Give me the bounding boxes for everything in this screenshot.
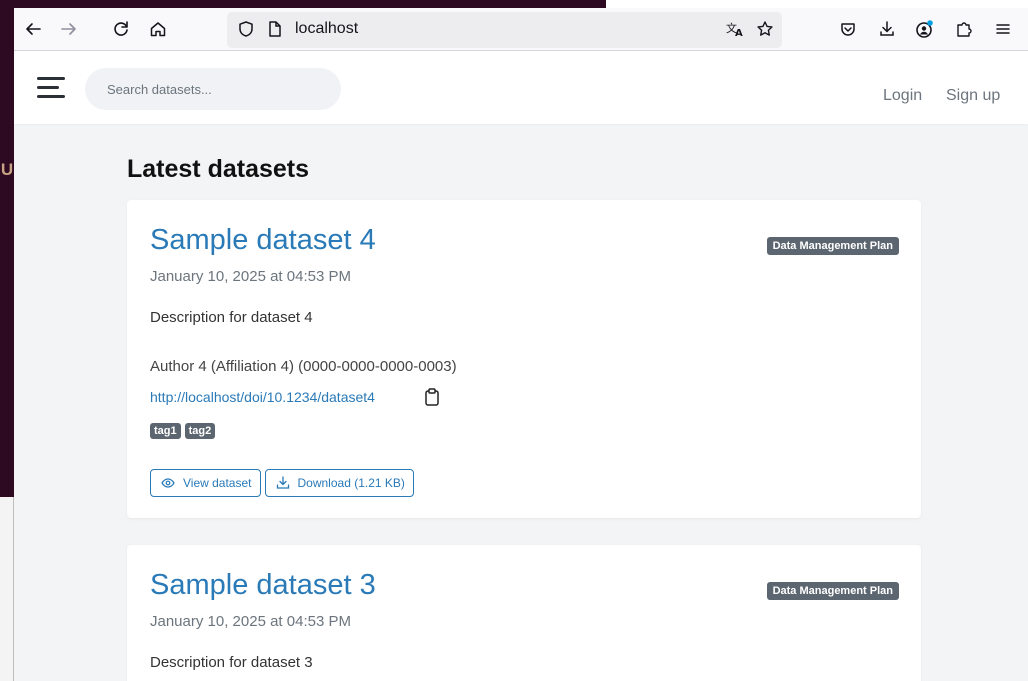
forward-arrow-icon[interactable] (56, 16, 82, 42)
dataset-tags: tag1 tag2 (150, 423, 216, 439)
dataset-doi-link[interactable]: http://localhost/doi/10.1234/dataset4 (150, 389, 375, 405)
view-dataset-label: View dataset (183, 476, 252, 490)
tag-badge: tag2 (184, 423, 216, 439)
eye-icon (161, 478, 175, 488)
shield-icon[interactable] (233, 16, 259, 42)
reload-icon[interactable] (108, 16, 134, 42)
dataset-date: January 10, 2025 at 04:53 PM (150, 613, 351, 630)
sidebar-toggle-icon[interactable] (37, 77, 65, 99)
browser-window: localhost 文A Login Sign up (14, 8, 1028, 681)
dataset-title-link[interactable]: Sample dataset 3 (150, 569, 376, 602)
page-title-bold: Latest (127, 155, 201, 183)
download-icon (276, 476, 289, 489)
dataset-title-link[interactable]: Sample dataset 4 (150, 224, 376, 257)
desktop-window-edge (0, 497, 14, 681)
extensions-icon[interactable] (951, 16, 977, 42)
download-dataset-label: Download (1.21 KB) (297, 476, 405, 490)
back-arrow-icon[interactable] (20, 16, 46, 42)
pocket-icon[interactable] (835, 16, 861, 42)
account-icon[interactable] (912, 16, 938, 42)
dataset-author: Author 4 (Affiliation 4) (0000-0000-0000… (150, 358, 457, 375)
home-icon[interactable] (145, 16, 171, 42)
dataset-date: January 10, 2025 at 04:53 PM (150, 268, 351, 285)
dataset-description: Description for dataset 4 (150, 309, 313, 326)
desktop-edge-letter: U (0, 160, 14, 179)
page-title: Latest datasets (127, 155, 309, 184)
star-icon[interactable] (752, 16, 778, 42)
view-dataset-button[interactable]: View dataset (150, 469, 261, 497)
translate-icon[interactable]: 文A (722, 16, 748, 42)
browser-toolbar: localhost 文A (14, 8, 1028, 51)
page-title-rest: datasets (207, 155, 310, 183)
dataset-type-badge: Data Management Plan (766, 237, 899, 255)
url-text[interactable]: localhost (295, 20, 358, 38)
dataset-card: Sample dataset 4 Data Management Plan Ja… (127, 200, 921, 518)
dataset-description: Description for dataset 3 (150, 654, 313, 671)
download-dataset-button[interactable]: Download (1.21 KB) (264, 469, 414, 497)
signup-link[interactable]: Sign up (946, 87, 1000, 105)
menu-icon[interactable] (990, 16, 1016, 42)
dataset-card: Sample dataset 3 Data Management Plan Ja… (127, 545, 921, 681)
page-icon (262, 16, 288, 42)
svg-text:A: A (735, 28, 743, 38)
app-header: Login Sign up (14, 51, 1028, 124)
login-link[interactable]: Login (883, 87, 922, 105)
dataset-actions: View dataset Download (1.21 KB) (150, 469, 414, 497)
tag-badge: tag1 (150, 423, 181, 439)
clipboard-icon[interactable] (423, 387, 441, 407)
search-input[interactable] (85, 68, 341, 110)
dataset-type-badge: Data Management Plan (766, 582, 899, 600)
download-icon[interactable] (874, 16, 900, 42)
